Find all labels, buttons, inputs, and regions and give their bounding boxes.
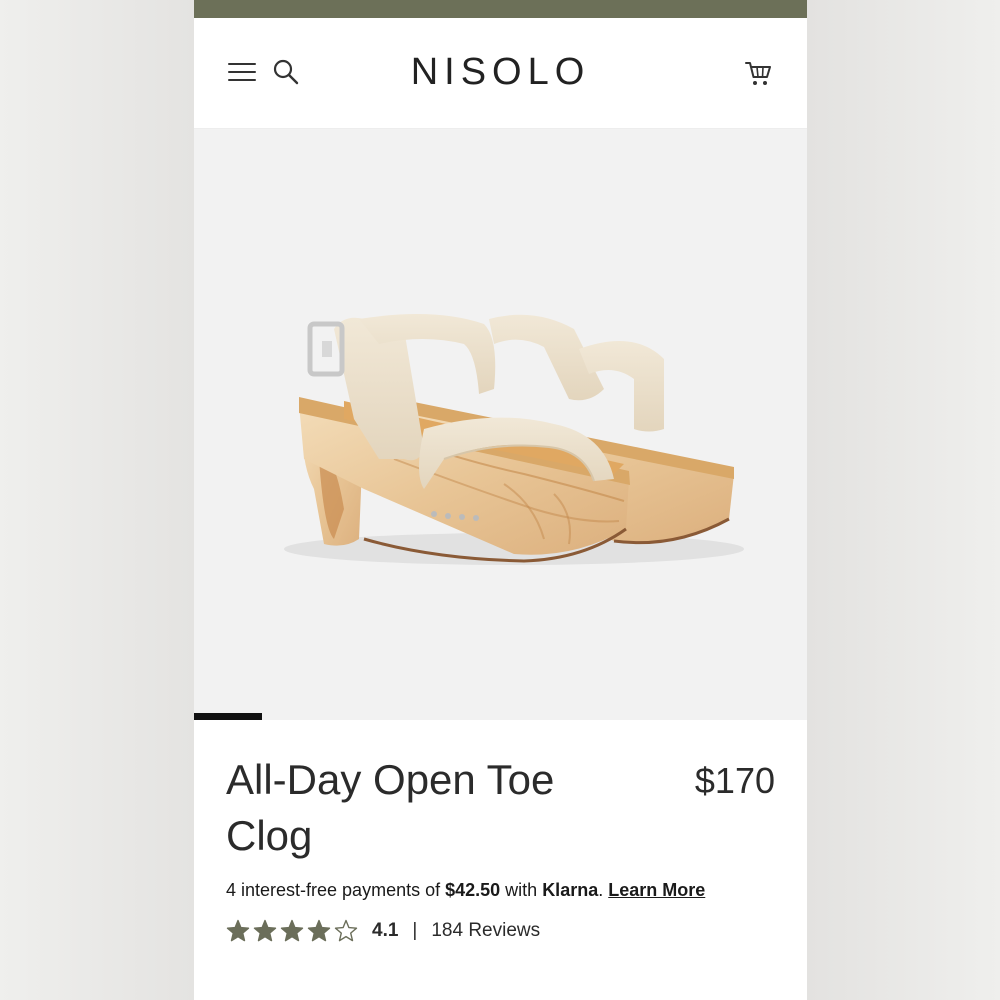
star-rating bbox=[226, 919, 358, 943]
klarna-suffix: . bbox=[598, 880, 609, 900]
site-header: NISOLO bbox=[194, 18, 807, 129]
star-filled-icon bbox=[226, 919, 250, 943]
gallery-progress-indicator bbox=[194, 713, 262, 720]
learn-more-link[interactable]: Learn More bbox=[608, 880, 705, 900]
star-empty-icon bbox=[334, 919, 358, 943]
rating-row[interactable]: 4.1 | 184 Reviews bbox=[226, 917, 540, 945]
cart-icon[interactable] bbox=[744, 58, 774, 88]
klarna-prefix: 4 interest-free payments of bbox=[226, 880, 446, 900]
rating-separator: | bbox=[412, 920, 418, 941]
backdrop-right bbox=[807, 0, 1000, 1000]
product-price: $170 bbox=[694, 760, 775, 801]
star-filled-icon bbox=[280, 919, 304, 943]
backdrop-left bbox=[0, 0, 194, 1000]
product-image bbox=[284, 314, 744, 565]
product-image-gallery[interactable] bbox=[194, 129, 807, 720]
product-title: All-Day Open Toe Clog bbox=[226, 756, 555, 859]
top-announcement-bar bbox=[194, 0, 807, 18]
brand-logo[interactable]: NISOLO bbox=[194, 51, 807, 94]
klarna-brand: Klarna bbox=[542, 880, 599, 900]
klarna-middle: with bbox=[500, 880, 543, 900]
star-filled-icon bbox=[253, 919, 277, 943]
star-filled-icon bbox=[307, 919, 331, 943]
rating-value: 4.1 bbox=[372, 920, 399, 941]
klarna-amount: $42.50 bbox=[445, 880, 501, 900]
reviews-link[interactable]: 184 Reviews bbox=[431, 920, 540, 942]
mobile-page: NISOLO All-Day Open Toe Clog $170 4 inte… bbox=[194, 0, 807, 1000]
klarna-payment-info: 4 interest-free payments of $42.50 with … bbox=[226, 880, 705, 901]
